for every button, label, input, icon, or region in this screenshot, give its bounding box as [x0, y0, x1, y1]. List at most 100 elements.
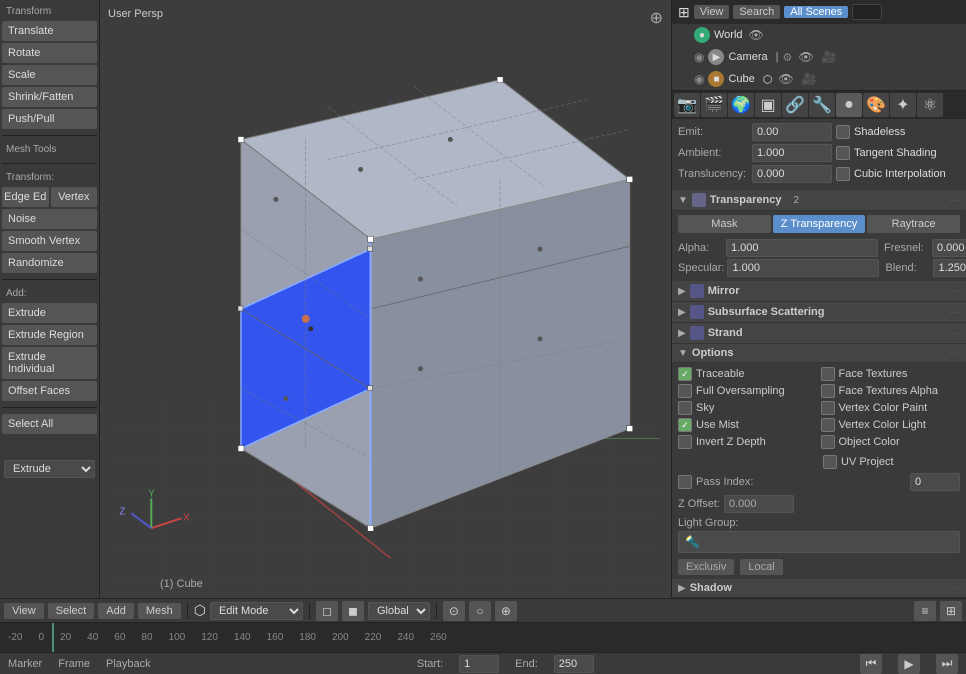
extrude-button[interactable]: Extrude	[2, 303, 97, 323]
end-frame-input[interactable]	[554, 655, 594, 673]
playback-next-button[interactable]: ⏭	[936, 654, 958, 674]
translate-button[interactable]: Translate	[2, 21, 97, 41]
ambient-input[interactable]	[752, 144, 832, 162]
traceable-checkbox[interactable]	[678, 367, 692, 381]
blend-input[interactable]	[933, 259, 966, 277]
mesh-toolbar-button[interactable]: Mesh	[138, 603, 181, 619]
playback-prev-button[interactable]: ⏮	[860, 654, 882, 674]
pass-index-checkbox[interactable]	[678, 475, 692, 489]
extrude-individual-button[interactable]: Extrude Individual	[2, 347, 97, 379]
use-mist-checkbox[interactable]	[678, 418, 692, 432]
scene-filter[interactable]: All Scenes	[784, 6, 848, 18]
randomize-button[interactable]: Randomize	[2, 253, 97, 273]
vertex-color-light-option[interactable]: Vertex Color Light	[821, 418, 961, 432]
z-transparency-button[interactable]: Z Transparency	[773, 215, 866, 233]
prop-tab-physics[interactable]: ⚛	[917, 93, 943, 117]
uv-project-checkbox[interactable]	[823, 455, 837, 469]
mirror-section-header[interactable]: ▶ Mirror ···	[672, 281, 966, 302]
sky-option[interactable]: Sky	[678, 401, 818, 415]
vertex-color-paint-option[interactable]: Vertex Color Paint	[821, 401, 961, 415]
uv-project-option[interactable]: UV Project	[823, 455, 894, 469]
view-toolbar-button[interactable]: View	[4, 603, 44, 619]
transparency-section-header[interactable]: ▼ Transparency 2 ···	[672, 190, 966, 211]
light-group-input[interactable]: 🔦	[678, 531, 960, 553]
vertex-color-light-checkbox[interactable]	[821, 418, 835, 432]
push-button[interactable]: Push/Pull	[2, 109, 97, 129]
prop-tab-texture[interactable]: 🎨	[863, 93, 889, 117]
use-mist-option[interactable]: Use Mist	[678, 418, 818, 432]
proportional-button[interactable]: ○	[469, 601, 491, 621]
vertex-button[interactable]: Vertex	[51, 187, 98, 207]
render-button[interactable]: ⊞	[940, 601, 962, 621]
select-toolbar-button[interactable]: Select	[48, 603, 95, 619]
extrude-region-button[interactable]: Extrude Region	[2, 325, 97, 345]
mask-button[interactable]: Mask	[678, 215, 771, 233]
shrink-button[interactable]: Shrink/Fatten	[2, 87, 97, 107]
playhead[interactable]	[52, 623, 54, 652]
cube-eye-button[interactable]: 👁	[776, 72, 795, 86]
vertex-color-paint-checkbox[interactable]	[821, 401, 835, 415]
raytrace-button[interactable]: Raytrace	[867, 215, 960, 233]
prop-tab-scene[interactable]: 🎬	[701, 93, 727, 117]
start-frame-input[interactable]	[459, 655, 499, 673]
offset-faces-button[interactable]: Offset Faces	[2, 381, 97, 401]
prop-tab-world[interactable]: 🌍	[728, 93, 754, 117]
smooth-vertex-button[interactable]: Smooth Vertex	[2, 231, 97, 251]
pivot-dropdown[interactable]: Global Local	[368, 602, 430, 620]
add-toolbar-button[interactable]: Add	[98, 603, 134, 619]
noise-button[interactable]: Noise	[2, 209, 97, 229]
specular-input[interactable]	[727, 259, 879, 277]
face-textures-option[interactable]: Face Textures	[821, 367, 961, 381]
outliner-item-world[interactable]: ● World 👁	[672, 24, 966, 46]
prop-tab-constraints[interactable]: 🔗	[782, 93, 808, 117]
world-eye-button[interactable]: 👁	[747, 28, 766, 42]
pass-index-input[interactable]	[910, 473, 960, 491]
overlay-button[interactable]: ≡	[914, 601, 936, 621]
prop-tab-modifiers[interactable]: 🔧	[809, 93, 835, 117]
options-section-header[interactable]: ▼ Options ···	[672, 344, 966, 363]
exclusiv-button[interactable]: Exclusiv	[678, 559, 734, 575]
strand-section-header[interactable]: ▶ Strand ···	[672, 323, 966, 344]
prop-tab-object[interactable]: ▣	[755, 93, 781, 117]
emit-input[interactable]	[752, 123, 832, 141]
z-offset-input[interactable]	[724, 495, 794, 513]
translucency-input[interactable]	[752, 165, 832, 183]
rotate-button[interactable]: Rotate	[2, 43, 97, 63]
shadow-section-header[interactable]: ▶ Shadow ···	[672, 579, 966, 598]
left-dropdown[interactable]: Extrude	[4, 460, 95, 478]
camera-render-button[interactable]: 🎥	[820, 50, 839, 64]
onion-button[interactable]: ⊕	[495, 601, 517, 621]
face-textures-checkbox[interactable]	[821, 367, 835, 381]
viewport-shade-2[interactable]: ◼	[342, 601, 364, 621]
prop-tab-render[interactable]: 📷	[674, 93, 700, 117]
face-textures-alpha-option[interactable]: Face Textures Alpha	[821, 384, 961, 398]
viewport-shade-1[interactable]: ◻	[316, 601, 338, 621]
alpha-input[interactable]	[726, 239, 878, 257]
shadeless-checkbox[interactable]	[836, 125, 850, 139]
cubic-checkbox[interactable]	[836, 167, 850, 181]
full-oversampling-checkbox[interactable]	[678, 384, 692, 398]
scale-button[interactable]: Scale	[2, 65, 97, 85]
traceable-option[interactable]: Traceable	[678, 367, 818, 381]
fresnel-input[interactable]	[932, 239, 966, 257]
prop-tab-particles[interactable]: ✦	[890, 93, 916, 117]
edge-ed-button[interactable]: Edge Ed	[2, 187, 49, 207]
scene-search-input[interactable]	[852, 4, 882, 20]
search-button[interactable]: Search	[733, 5, 780, 19]
sss-section-header[interactable]: ▶ Subsurface Scattering ···	[672, 302, 966, 323]
sky-checkbox[interactable]	[678, 401, 692, 415]
select-all-button[interactable]: Select All	[2, 414, 97, 434]
camera-eye-button[interactable]: 👁	[796, 50, 815, 64]
snap-button[interactable]: ⊙	[443, 601, 465, 621]
full-oversampling-option[interactable]: Full Oversampling	[678, 384, 818, 398]
invert-z-option[interactable]: Invert Z Depth	[678, 435, 818, 449]
object-color-option[interactable]: Object Color	[821, 435, 961, 449]
prop-tab-material[interactable]: ●	[836, 93, 862, 117]
local-button[interactable]: Local	[740, 559, 782, 575]
outliner-item-camera[interactable]: ◉ ▶ Camera | ⚙ 👁 🎥	[672, 46, 966, 68]
viewport-corner-icon[interactable]: ⊕	[650, 8, 663, 28]
outliner-item-cube[interactable]: ◉ ■ Cube ⬡ 👁 🎥	[672, 68, 966, 90]
tangent-checkbox[interactable]	[836, 146, 850, 160]
invert-z-checkbox[interactable]	[678, 435, 692, 449]
playback-play-button[interactable]: ▶	[898, 654, 920, 674]
